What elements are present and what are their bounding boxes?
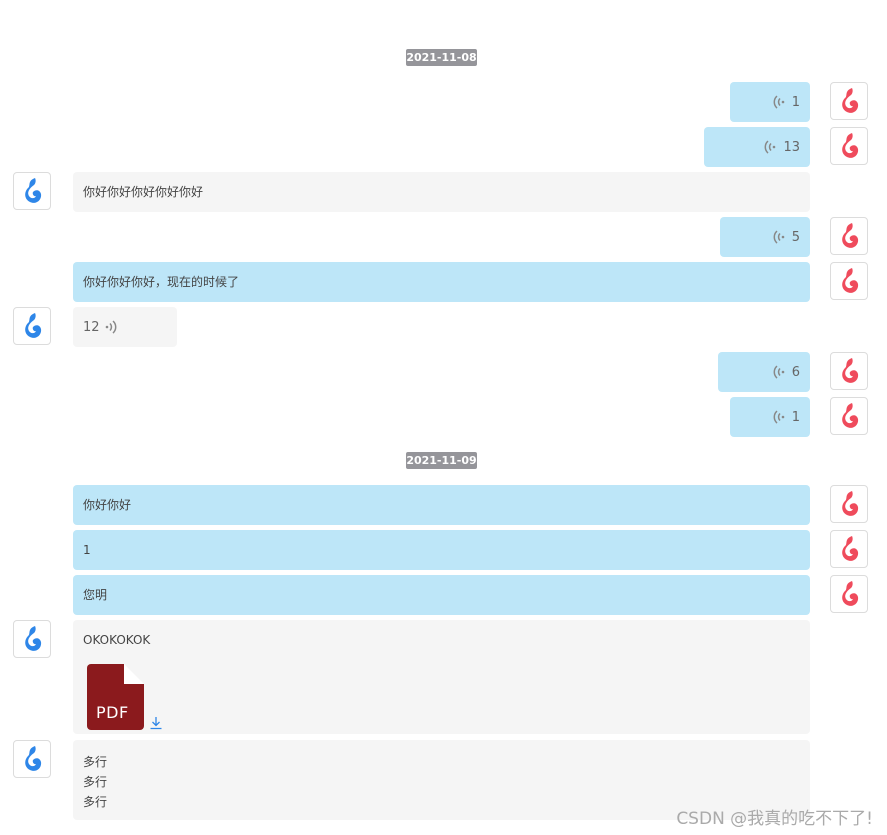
file-type-label: PDF <box>96 703 129 722</box>
message-line: 多行 <box>83 795 108 809</box>
contact-avatar[interactable] <box>13 307 51 345</box>
voice-duration: 1 <box>791 94 800 110</box>
voice-wave-icon <box>105 320 116 334</box>
red-flame-logo-icon <box>842 581 859 606</box>
voice-wave-icon <box>773 410 785 424</box>
message-text: 您明 <box>83 588 108 602</box>
voice-wave-icon <box>765 140 776 154</box>
date-separator: 2021-11-09 <box>406 452 477 469</box>
red-flame-logo-icon <box>842 268 859 293</box>
my-avatar[interactable] <box>830 217 868 255</box>
my-avatar[interactable] <box>830 127 868 165</box>
voice-duration: 12 <box>83 319 100 335</box>
voice-wave-icon <box>773 230 785 244</box>
message-text: 你好你好你好，现在的时候了 <box>83 275 240 289</box>
my-avatar[interactable] <box>830 485 868 523</box>
blue-flame-logo-icon <box>25 746 42 771</box>
message-text: 1 <box>83 543 91 557</box>
message-text: OKOKOKOK <box>83 633 151 647</box>
my-avatar[interactable] <box>830 82 868 120</box>
my-avatar[interactable] <box>830 397 868 435</box>
my-avatar[interactable] <box>830 352 868 390</box>
voice-message-bubble[interactable]: 1 <box>730 82 810 122</box>
red-flame-logo-icon <box>842 133 859 158</box>
my-avatar[interactable] <box>830 575 868 613</box>
red-flame-logo-icon <box>842 88 859 113</box>
red-flame-logo-icon <box>842 491 859 516</box>
blue-flame-logo-icon <box>25 626 42 651</box>
contact-avatar[interactable] <box>13 172 51 210</box>
red-flame-logo-icon <box>842 536 859 561</box>
voice-duration: 13 <box>783 139 800 155</box>
message-text: 你好你好 <box>83 498 132 512</box>
voice-wave-icon <box>773 365 785 379</box>
pdf-file-icon[interactable]: PDF <box>87 664 144 730</box>
download-icon[interactable] <box>149 716 163 730</box>
my-avatar[interactable] <box>830 530 868 568</box>
watermark-text: CSDN @我真的吃不下了! <box>676 809 873 829</box>
text-message-bubble[interactable]: 你好你好 <box>73 485 810 525</box>
text-message-bubble[interactable]: 你好你好你好，现在的时候了 <box>73 262 810 302</box>
message-text: 你好你好你好你好你好 <box>83 185 204 199</box>
voice-wave-icon <box>773 95 785 109</box>
message-line: 多行 <box>83 775 108 789</box>
contact-avatar[interactable] <box>13 620 51 658</box>
blue-flame-logo-icon <box>25 313 42 338</box>
voice-message-bubble[interactable]: 12 <box>73 307 177 347</box>
pdf-fold-corner <box>124 664 144 684</box>
text-message-bubble[interactable]: 您明 <box>73 575 810 615</box>
voice-duration: 6 <box>791 364 800 380</box>
text-message-bubble[interactable]: 你好你好你好你好你好 <box>73 172 810 212</box>
voice-message-bubble[interactable]: 5 <box>720 217 810 257</box>
voice-message-bubble[interactable]: 13 <box>704 127 810 167</box>
voice-duration: 5 <box>791 229 800 245</box>
red-flame-logo-icon <box>842 358 859 383</box>
date-separator: 2021-11-08 <box>406 49 477 66</box>
voice-message-bubble[interactable]: 1 <box>730 397 810 437</box>
voice-duration: 1 <box>791 409 800 425</box>
red-flame-logo-icon <box>842 223 859 248</box>
text-message-bubble[interactable]: 1 <box>73 530 810 570</box>
red-flame-logo-icon <box>842 403 859 428</box>
my-avatar[interactable] <box>830 262 868 300</box>
contact-avatar[interactable] <box>13 740 51 778</box>
file-message-bubble[interactable]: OKOKOKOK PDF <box>73 620 810 734</box>
message-line: 多行 <box>83 755 108 769</box>
blue-flame-logo-icon <box>25 178 42 203</box>
voice-message-bubble[interactable]: 6 <box>718 352 810 392</box>
